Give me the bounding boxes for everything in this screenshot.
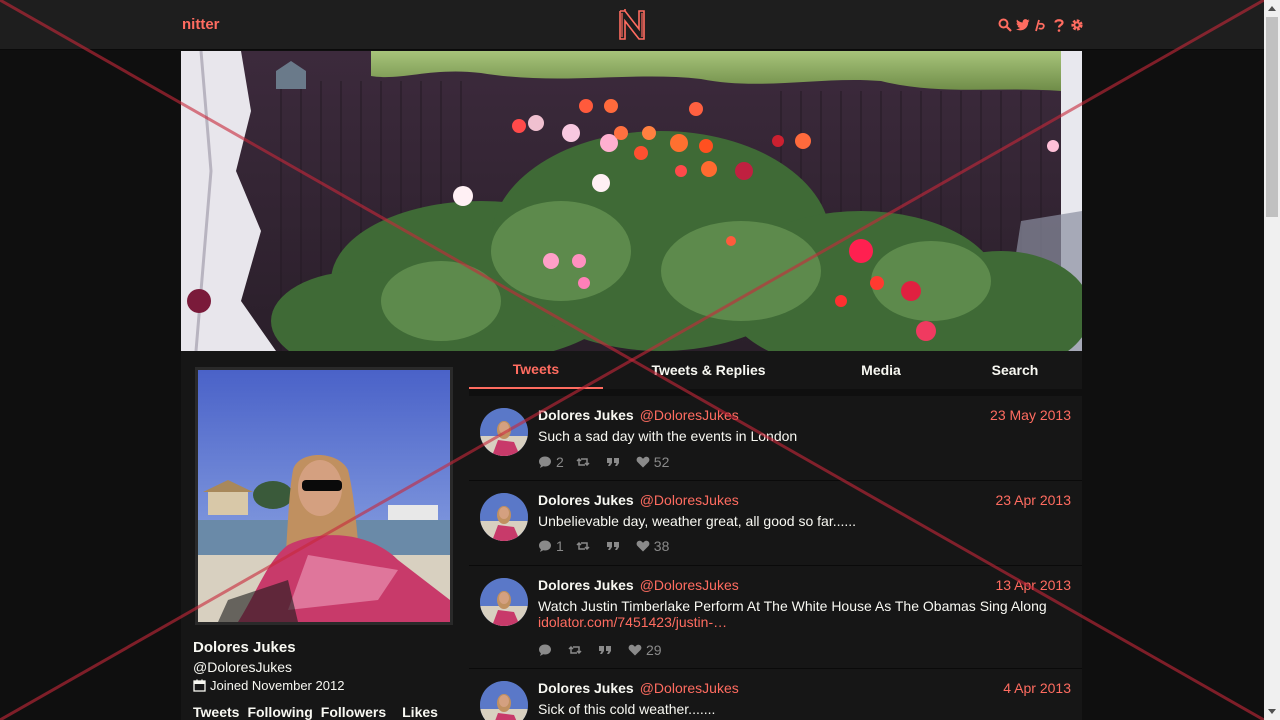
tweet-date[interactable]: 4 Apr 2013 — [1003, 680, 1071, 696]
scroll-up-arrow-icon[interactable] — [1264, 0, 1280, 17]
tweet-text: Sick of this cold weather....... — [538, 701, 716, 717]
comment-icon — [539, 540, 551, 552]
profile-banner[interactable] — [181, 51, 1082, 351]
page-scrollbar[interactable] — [1264, 0, 1280, 720]
profile-name[interactable]: Dolores Jukes — [193, 639, 296, 656]
comment-icon — [539, 644, 551, 656]
timeline: Dolores Jukes @DoloresJukes 23 May 2013 S… — [469, 396, 1082, 720]
tweet[interactable]: Dolores Jukes @DoloresJukes 23 May 2013 S… — [469, 396, 1082, 481]
tweet-text: Unbelievable day, weather great, all goo… — [538, 513, 857, 529]
tweet-stats: 29 — [538, 642, 674, 658]
tweet-text-block: Watch Justin Timberlake Perform At The W… — [538, 598, 1058, 630]
quote-stat[interactable] — [606, 455, 624, 469]
tweet-author[interactable]: Dolores Jukes @DoloresJukes — [538, 492, 739, 508]
quote-stat[interactable] — [598, 643, 616, 657]
reply-count: 2 — [556, 454, 564, 470]
tweet-stats: 2 52 — [538, 454, 681, 470]
like-stat[interactable]: 29 — [628, 642, 662, 658]
tweet[interactable]: Dolores Jukes @DoloresJukes 4 Apr 2013 Si… — [469, 669, 1082, 720]
tweet[interactable]: Dolores Jukes @DoloresJukes 13 Apr 2013 W… — [469, 566, 1082, 669]
retweet-icon — [576, 541, 590, 551]
heart-icon — [636, 540, 650, 552]
nav-brand-link[interactable]: nitter — [182, 16, 220, 33]
stat-likes[interactable]: Likes — [402, 704, 438, 720]
profile-handle[interactable]: @DoloresJukes — [193, 659, 292, 675]
like-count: 52 — [653, 454, 670, 470]
tab-search[interactable]: Search — [948, 351, 1082, 389]
joined-text: Joined November 2012 — [210, 678, 345, 693]
tweet-avatar[interactable] — [480, 408, 528, 456]
like-count: 38 — [653, 538, 670, 554]
tweet-author[interactable]: Dolores Jukes @DoloresJukes — [538, 577, 739, 593]
tab-tweets[interactable]: Tweets — [469, 351, 603, 389]
profile-joined: Joined November 2012 — [193, 678, 344, 693]
tweet-date[interactable]: 23 May 2013 — [990, 407, 1071, 423]
nitter-logo[interactable] — [618, 9, 646, 41]
quote-icon — [606, 458, 619, 466]
like-stat[interactable]: 52 — [636, 454, 670, 470]
tweet-author-handle[interactable]: @DoloresJukes — [640, 492, 739, 508]
reply-stat[interactable] — [538, 643, 556, 657]
profile-card: Dolores Jukes @DoloresJukes Joined Novem… — [181, 351, 469, 720]
rss-icon[interactable] — [1034, 17, 1048, 33]
tweet[interactable]: Dolores Jukes @DoloresJukes 23 Apr 2013 U… — [469, 481, 1082, 566]
tweet-text: Watch Justin Timberlake Perform At The W… — [538, 598, 1047, 614]
twitter-bird-icon[interactable] — [1016, 17, 1030, 33]
retweet-stat[interactable] — [568, 643, 586, 657]
like-count: 29 — [646, 642, 662, 658]
tweet-stats: 1 38 — [538, 538, 681, 554]
search-icon[interactable] — [998, 17, 1012, 33]
timeline-tabs: Tweets Tweets & Replies Media Search — [469, 351, 1082, 389]
tweet-author-handle[interactable]: @DoloresJukes — [640, 407, 739, 423]
nav-icons — [998, 16, 1084, 34]
retweet-stat[interactable] — [576, 455, 594, 469]
tweet-date[interactable]: 13 Apr 2013 — [995, 577, 1071, 593]
stat-tweets[interactable]: Tweets — [193, 704, 239, 720]
calendar-icon — [193, 679, 206, 692]
tweet-date[interactable]: 23 Apr 2013 — [995, 492, 1071, 508]
tweet-author-name[interactable]: Dolores Jukes — [538, 492, 634, 508]
help-icon[interactable] — [1052, 17, 1066, 33]
tweet-link[interactable]: idolator.com/7451423/justin-… — [538, 614, 1058, 630]
stat-followers[interactable]: Followers — [321, 704, 386, 720]
tweet-author[interactable]: Dolores Jukes @DoloresJukes — [538, 680, 739, 696]
tab-media[interactable]: Media — [814, 351, 948, 389]
heart-icon — [628, 644, 642, 656]
quote-icon — [606, 542, 619, 550]
retweet-stat[interactable] — [576, 539, 594, 553]
reply-count: 1 — [556, 538, 564, 554]
profile-avatar[interactable] — [195, 367, 453, 625]
gear-icon[interactable] — [1070, 17, 1084, 33]
tweet-avatar[interactable] — [480, 578, 528, 626]
heart-icon — [636, 456, 650, 468]
tab-tweets-replies[interactable]: Tweets & Replies — [603, 351, 814, 389]
tweet-author-handle[interactable]: @DoloresJukes — [640, 680, 739, 696]
tweet-avatar[interactable] — [480, 493, 528, 541]
tweet-author-name[interactable]: Dolores Jukes — [538, 407, 634, 423]
navbar: nitter — [0, 0, 1264, 50]
tweet-avatar[interactable] — [480, 681, 528, 720]
profile-stats: Tweets Following Followers Likes — [193, 704, 446, 720]
scrollbar-thumb[interactable] — [1266, 17, 1278, 217]
retweet-icon — [568, 645, 582, 655]
retweet-icon — [576, 457, 590, 467]
like-stat[interactable]: 38 — [636, 538, 670, 554]
tweet-author[interactable]: Dolores Jukes @DoloresJukes — [538, 407, 739, 423]
scroll-down-arrow-icon[interactable] — [1264, 703, 1280, 720]
comment-icon — [539, 456, 551, 468]
reply-stat[interactable]: 1 — [538, 538, 564, 554]
tweet-text: Such a sad day with the events in London — [538, 428, 798, 444]
tweet-author-name[interactable]: Dolores Jukes — [538, 680, 634, 696]
tweet-author-name[interactable]: Dolores Jukes — [538, 577, 634, 593]
quote-stat[interactable] — [606, 539, 624, 553]
reply-stat[interactable]: 2 — [538, 454, 564, 470]
stat-following[interactable]: Following — [247, 704, 312, 720]
tweet-author-handle[interactable]: @DoloresJukes — [640, 577, 739, 593]
quote-icon — [599, 646, 611, 654]
